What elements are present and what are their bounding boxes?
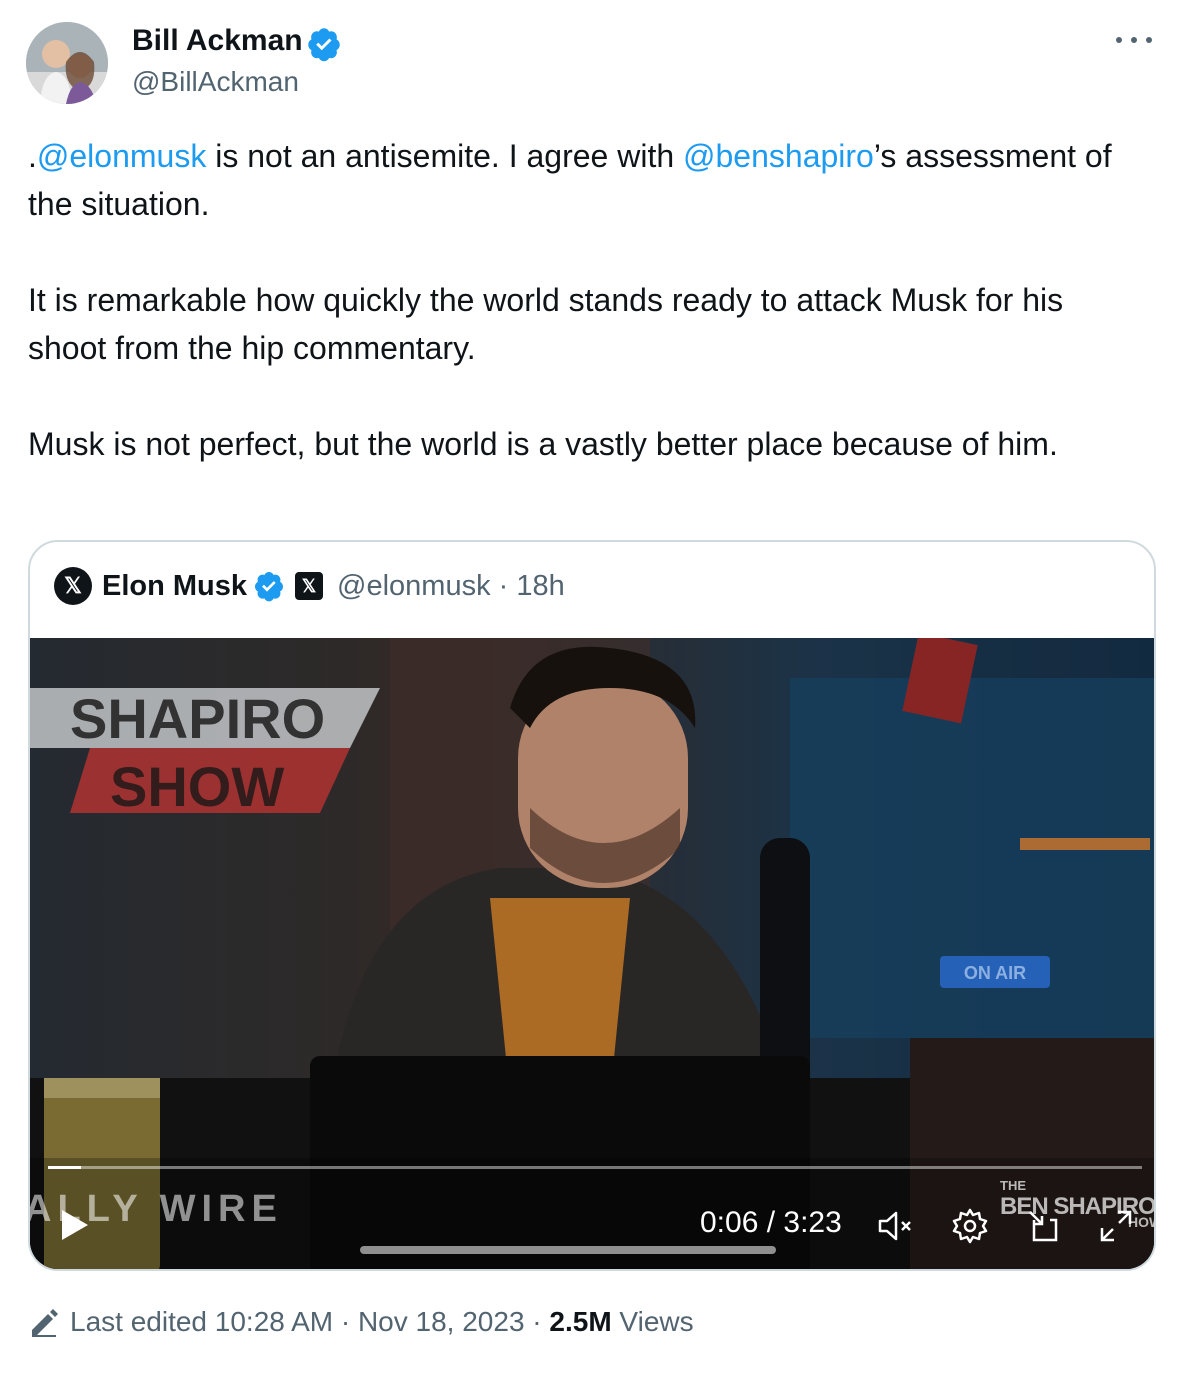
video-progress-bar[interactable] xyxy=(48,1166,1142,1169)
text-prefix: . xyxy=(28,138,37,174)
play-icon[interactable] xyxy=(60,1208,90,1242)
video-frame: ON AIR SHAPIRO SHOW xyxy=(30,638,1154,1269)
video-progress-fill xyxy=(48,1166,81,1169)
settings-icon[interactable] xyxy=(950,1206,990,1246)
avatar-photo xyxy=(26,22,108,104)
tweet-meta: Last edited 10:28 AM · Nov 18, 2023 · 2.… xyxy=(28,1306,694,1338)
quoted-avatar[interactable]: 𝕏 xyxy=(54,567,92,605)
tweet-paragraph-3: Musk is not perfect, but the world is a … xyxy=(28,426,1058,462)
text-mid: is not an antisemite. I agree with xyxy=(206,138,684,174)
watermark-the: THE xyxy=(1000,1178,1026,1193)
author-name[interactable]: Bill Ackman xyxy=(132,24,303,58)
video-player[interactable]: ON AIR SHAPIRO SHOW ALLY WIRE THE BEN SH… xyxy=(30,638,1154,1269)
quoted-tweet[interactable]: 𝕏 Elon Musk 𝕏 @elonmusk · 18h ON AIR SHA… xyxy=(28,540,1156,1271)
tweet-paragraph-1: .@elonmusk is not an antisemite. I agree… xyxy=(28,132,1148,228)
last-edited-link[interactable]: Last edited 10:28 AM · Nov 18, 2023 · xyxy=(70,1306,549,1338)
author-handle[interactable]: @BillAckman xyxy=(132,66,299,98)
affiliate-x-badge-icon[interactable]: 𝕏 xyxy=(295,572,324,600)
mention-elonmusk[interactable]: @elonmusk xyxy=(37,138,206,174)
quoted-handle-time[interactable]: @elonmusk · 18h xyxy=(337,570,565,603)
views-count: 2.5M xyxy=(549,1306,612,1337)
fullscreen-icon[interactable] xyxy=(1096,1206,1136,1246)
video-scrub-handle[interactable] xyxy=(360,1246,776,1254)
tweet-paragraph-2: It is remarkable how quickly the world s… xyxy=(28,282,1064,366)
pip-icon[interactable] xyxy=(1024,1206,1064,1246)
more-options-icon[interactable] xyxy=(1116,30,1152,50)
edit-pencil-icon xyxy=(32,1309,58,1337)
views-label: Views xyxy=(611,1306,694,1337)
author-avatar[interactable] xyxy=(26,22,108,104)
video-time: 0:06 / 3:23 xyxy=(700,1206,842,1239)
tweet-text: .@elonmusk is not an antisemite. I agree… xyxy=(28,132,1148,468)
quoted-author-name[interactable]: Elon Musk xyxy=(102,570,247,603)
quoted-tweet-header: 𝕏 Elon Musk 𝕏 @elonmusk · 18h xyxy=(54,566,565,606)
mention-benshapiro[interactable]: @benshapiro xyxy=(683,138,874,174)
verified-badge-icon xyxy=(255,572,284,602)
verified-badge-icon xyxy=(308,28,340,62)
mute-icon[interactable] xyxy=(876,1206,916,1246)
